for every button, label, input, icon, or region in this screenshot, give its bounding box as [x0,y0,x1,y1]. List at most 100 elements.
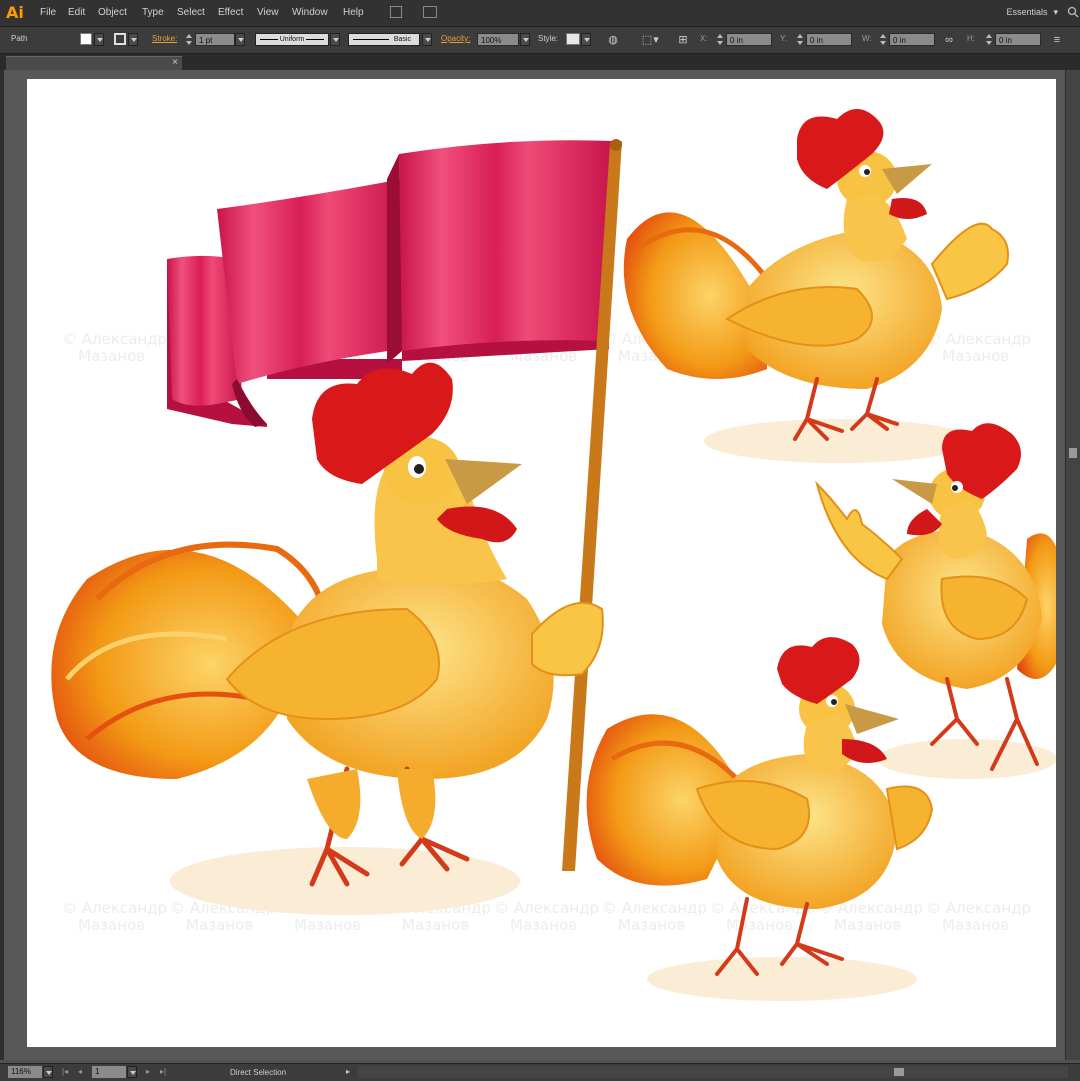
brush-definition[interactable]: Basic [348,33,420,46]
search-icon[interactable] [1066,5,1080,19]
rooster-waving [815,423,1056,779]
selection-type-label: Path [11,34,28,43]
leg [930,677,979,746]
brush-label: Basic [391,36,413,43]
artboard-number-field[interactable]: 1 [92,1066,126,1078]
bridge-icon[interactable] [390,6,402,18]
status-bar: 116% |◂ ◂ 1 ▸ ▸| Direct Selection ▸ [0,1063,1080,1081]
y-stepper[interactable] [796,32,804,47]
zoom-field[interactable]: 116% [8,1066,42,1078]
beak [892,479,937,504]
last-artboard-icon[interactable]: ▸| [160,1067,166,1076]
status-menu-icon[interactable]: ▸ [346,1067,350,1076]
app-logo: Ai [6,3,24,22]
wing-raised [815,480,904,581]
tail [623,212,767,379]
wattle [907,509,942,536]
wattle [889,198,927,219]
pupil [952,485,958,491]
artboard[interactable]: © АлександрМазанов © АлександрМазанов © … [27,79,1056,1047]
panel-menu-icon[interactable]: ≡ [1050,33,1064,47]
opacity-label[interactable]: Opacity: [441,34,470,43]
reference-point-icon[interactable]: ⊞ [676,33,690,47]
style-label: Style: [538,34,559,43]
menu-edit[interactable]: Edit [68,7,85,18]
stroke-label[interactable]: Stroke: [152,34,177,43]
artboard-dropdown[interactable] [127,1066,137,1078]
height-field[interactable]: 0 in [995,33,1041,46]
vertical-scroll-thumb[interactable] [1069,448,1077,458]
document-tab-bar: × [0,54,1080,71]
brush-dropdown[interactable] [422,33,432,46]
horizontal-scrollbar[interactable] [358,1066,1068,1078]
menu-bar: Ai File Edit Object Type Select Effect V… [0,0,1080,27]
pole-top [610,139,622,151]
stroke-weight-dropdown[interactable] [235,33,245,46]
width-stepper[interactable] [879,32,887,47]
style-dropdown[interactable] [581,33,591,46]
opacity-dropdown[interactable] [520,33,530,46]
menu-window[interactable]: Window [292,7,328,18]
thigh [397,769,436,839]
fill-swatch[interactable] [80,33,92,45]
wing-thumb [930,222,1009,301]
menu-object[interactable]: Object [98,7,127,18]
ground-shadow [704,419,974,463]
pupil [414,464,424,474]
menu-view[interactable]: View [257,7,279,18]
opacity-field[interactable]: 100% [477,33,519,46]
w-label: W: [862,34,872,43]
rooster-illustration [51,109,1056,1001]
flag-front [399,140,613,351]
beak [845,704,899,734]
rooster-thumbs-up [623,109,1009,463]
wing-hand [531,601,604,677]
y-field[interactable]: 0 in [806,33,852,46]
chevron-down-icon[interactable]: ▾ [652,33,660,47]
variable-width-profile[interactable]: Uniform [255,33,329,46]
current-tool-status[interactable]: Direct Selection [230,1068,286,1077]
menu-help[interactable]: Help [343,7,364,18]
y-label: Y: [780,34,788,43]
first-artboard-icon[interactable]: |◂ [62,1067,68,1076]
document-tab[interactable]: × [6,56,182,71]
width-field[interactable]: 0 in [889,33,935,46]
x-stepper[interactable] [716,32,724,47]
leg [780,902,844,966]
leg [793,377,844,441]
graphic-style-swatch[interactable] [566,33,580,45]
pupil [831,699,837,705]
workspace-label: Essentials [1006,7,1048,17]
stroke-swatch-dropdown[interactable] [128,33,138,46]
previous-artboard-icon[interactable]: ◂ [78,1067,82,1076]
workspace-switcher[interactable]: Essentials ▾ [1006,7,1058,18]
flag-middle [217,179,402,384]
arrange-documents-icon[interactable] [423,6,437,18]
h-label: H: [967,34,975,43]
pupil [864,169,870,175]
menu-file[interactable]: File [40,7,56,18]
fill-dropdown[interactable] [94,33,104,46]
control-bar: Path Stroke: 1 pt Uniform Basic Opacity:… [0,27,1080,54]
x-field[interactable]: 0 in [726,33,772,46]
stroke-weight-stepper[interactable] [185,32,193,47]
profile-label: Uniform [277,36,307,43]
rooster-hands-on-hips [586,637,934,1001]
height-stepper[interactable] [985,32,993,47]
menu-select[interactable]: Select [177,7,205,18]
profile-dropdown[interactable] [330,33,340,46]
menu-type[interactable]: Type [142,7,164,18]
zoom-dropdown[interactable] [43,1066,53,1078]
vertical-scrollbar[interactable] [1065,70,1080,1060]
next-artboard-icon[interactable]: ▸ [146,1067,150,1076]
stroke-weight-field[interactable]: 1 pt [195,33,235,46]
recolor-artwork-icon[interactable]: ◍ [606,33,620,47]
close-icon[interactable]: × [172,57,178,68]
thigh [307,769,361,839]
link-icon[interactable]: ∞ [942,33,956,47]
chevron-down-icon: ▾ [1053,7,1058,17]
horizontal-scroll-thumb[interactable] [894,1068,904,1076]
rooster-with-flag [51,139,622,915]
stroke-swatch[interactable] [114,33,126,45]
menu-effect[interactable]: Effect [218,7,243,18]
